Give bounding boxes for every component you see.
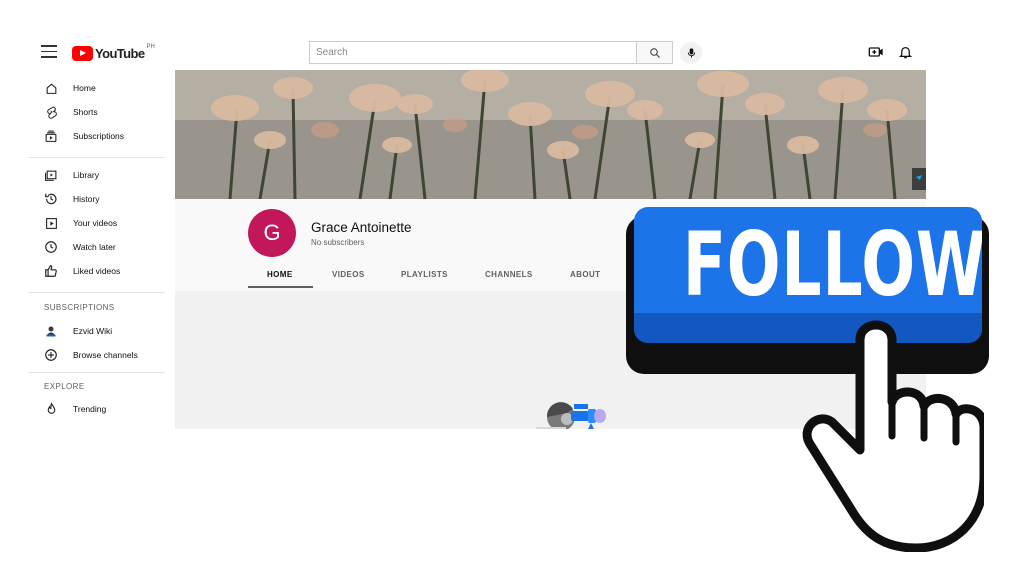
channel-banner [175,70,926,199]
sidebar-divider [28,292,165,293]
sidebar-item-history[interactable]: History [28,188,165,210]
sidebar-item-label: History [73,194,100,204]
follow-label: FOLLOW [682,213,982,316]
sidebar-item-label: Subscriptions [73,131,125,141]
sidebar-item-watch-later[interactable]: Watch later [28,236,165,258]
sidebar-item-trending[interactable]: Trending [28,398,165,420]
sidebar-item-label: Watch later [73,242,116,252]
watch-later-icon [43,239,59,255]
tab-channels[interactable]: CHANNELS [485,270,533,279]
library-icon [43,167,59,183]
sidebar-item-ezvid-wiki[interactable]: Ezvid Wiki [28,320,165,342]
microphone-icon [687,48,695,58]
logo-text: YouTube [95,45,145,61]
logo-country-code: PH [146,44,155,50]
sidebar-item-label: Browse channels [73,350,138,360]
sidebar-item-library[interactable]: Library [28,164,165,186]
create-button[interactable] [868,44,884,65]
explore-header: EXPLORE [44,382,85,391]
sidebar-item-label: Shorts [73,107,98,117]
sidebar-item-label: Your videos [73,218,118,228]
menu-icon[interactable] [41,45,57,59]
search-button[interactable] [636,41,673,64]
camera-operator-illustration [536,402,606,429]
ezvid-wiki-avatar [43,323,59,339]
search-icon [649,47,660,58]
flower-banner-image [175,70,926,199]
channel-name: Grace Antoinette [311,220,412,235]
tab-about[interactable]: ABOUT [570,270,600,279]
your-videos-icon [43,215,59,231]
sidebar-item-label: Library [73,170,99,180]
subscriptions-header: SUBSCRIPTIONS [44,303,115,312]
sidebar-item-subscriptions[interactable]: Subscriptions [28,125,165,147]
tab-home[interactable]: HOME [267,270,293,279]
sidebar-guide: Home Shorts Subscriptions Library Histor… [28,70,165,429]
notifications-button[interactable] [898,44,913,65]
home-icon [43,80,59,96]
shorts-icon [43,104,59,120]
sidebar-item-label: Trending [73,404,107,414]
sidebar-item-shorts[interactable]: Shorts [28,101,165,123]
history-icon [43,191,59,207]
sidebar-divider [28,157,165,158]
sidebar-item-your-videos[interactable]: Your videos [28,212,165,234]
masthead: YouTube PH [28,36,926,70]
sidebar-item-label: Liked videos [73,266,121,276]
subscriber-count: No subscribers [311,238,365,247]
sidebar-item-browse-channels[interactable]: Browse channels [28,344,165,366]
trending-icon [43,401,59,417]
sidebar-item-liked-videos[interactable]: Liked videos [28,260,165,282]
pointing-hand-icon [802,320,984,552]
youtube-logo[interactable]: YouTube PH [72,44,155,62]
voice-search-button[interactable] [680,42,702,64]
channel-avatar[interactable]: G [248,209,296,257]
sidebar-divider [28,372,165,373]
tab-videos[interactable]: VIDEOS [332,270,365,279]
sidebar-item-home[interactable]: Home [28,77,165,99]
tab-playlists[interactable]: PLAYLISTS [401,270,448,279]
active-tab-indicator [248,286,313,288]
youtube-play-icon [72,45,93,61]
video-create-icon [868,47,883,57]
subscriptions-icon [43,128,59,144]
browse-channels-icon [43,347,59,363]
bell-icon [898,47,913,59]
sidebar-item-label: Ezvid Wiki [73,326,113,336]
search-input[interactable] [309,41,636,64]
liked-videos-icon [43,263,59,279]
sidebar-item-label: Home [73,83,96,93]
search-bar [309,41,673,64]
